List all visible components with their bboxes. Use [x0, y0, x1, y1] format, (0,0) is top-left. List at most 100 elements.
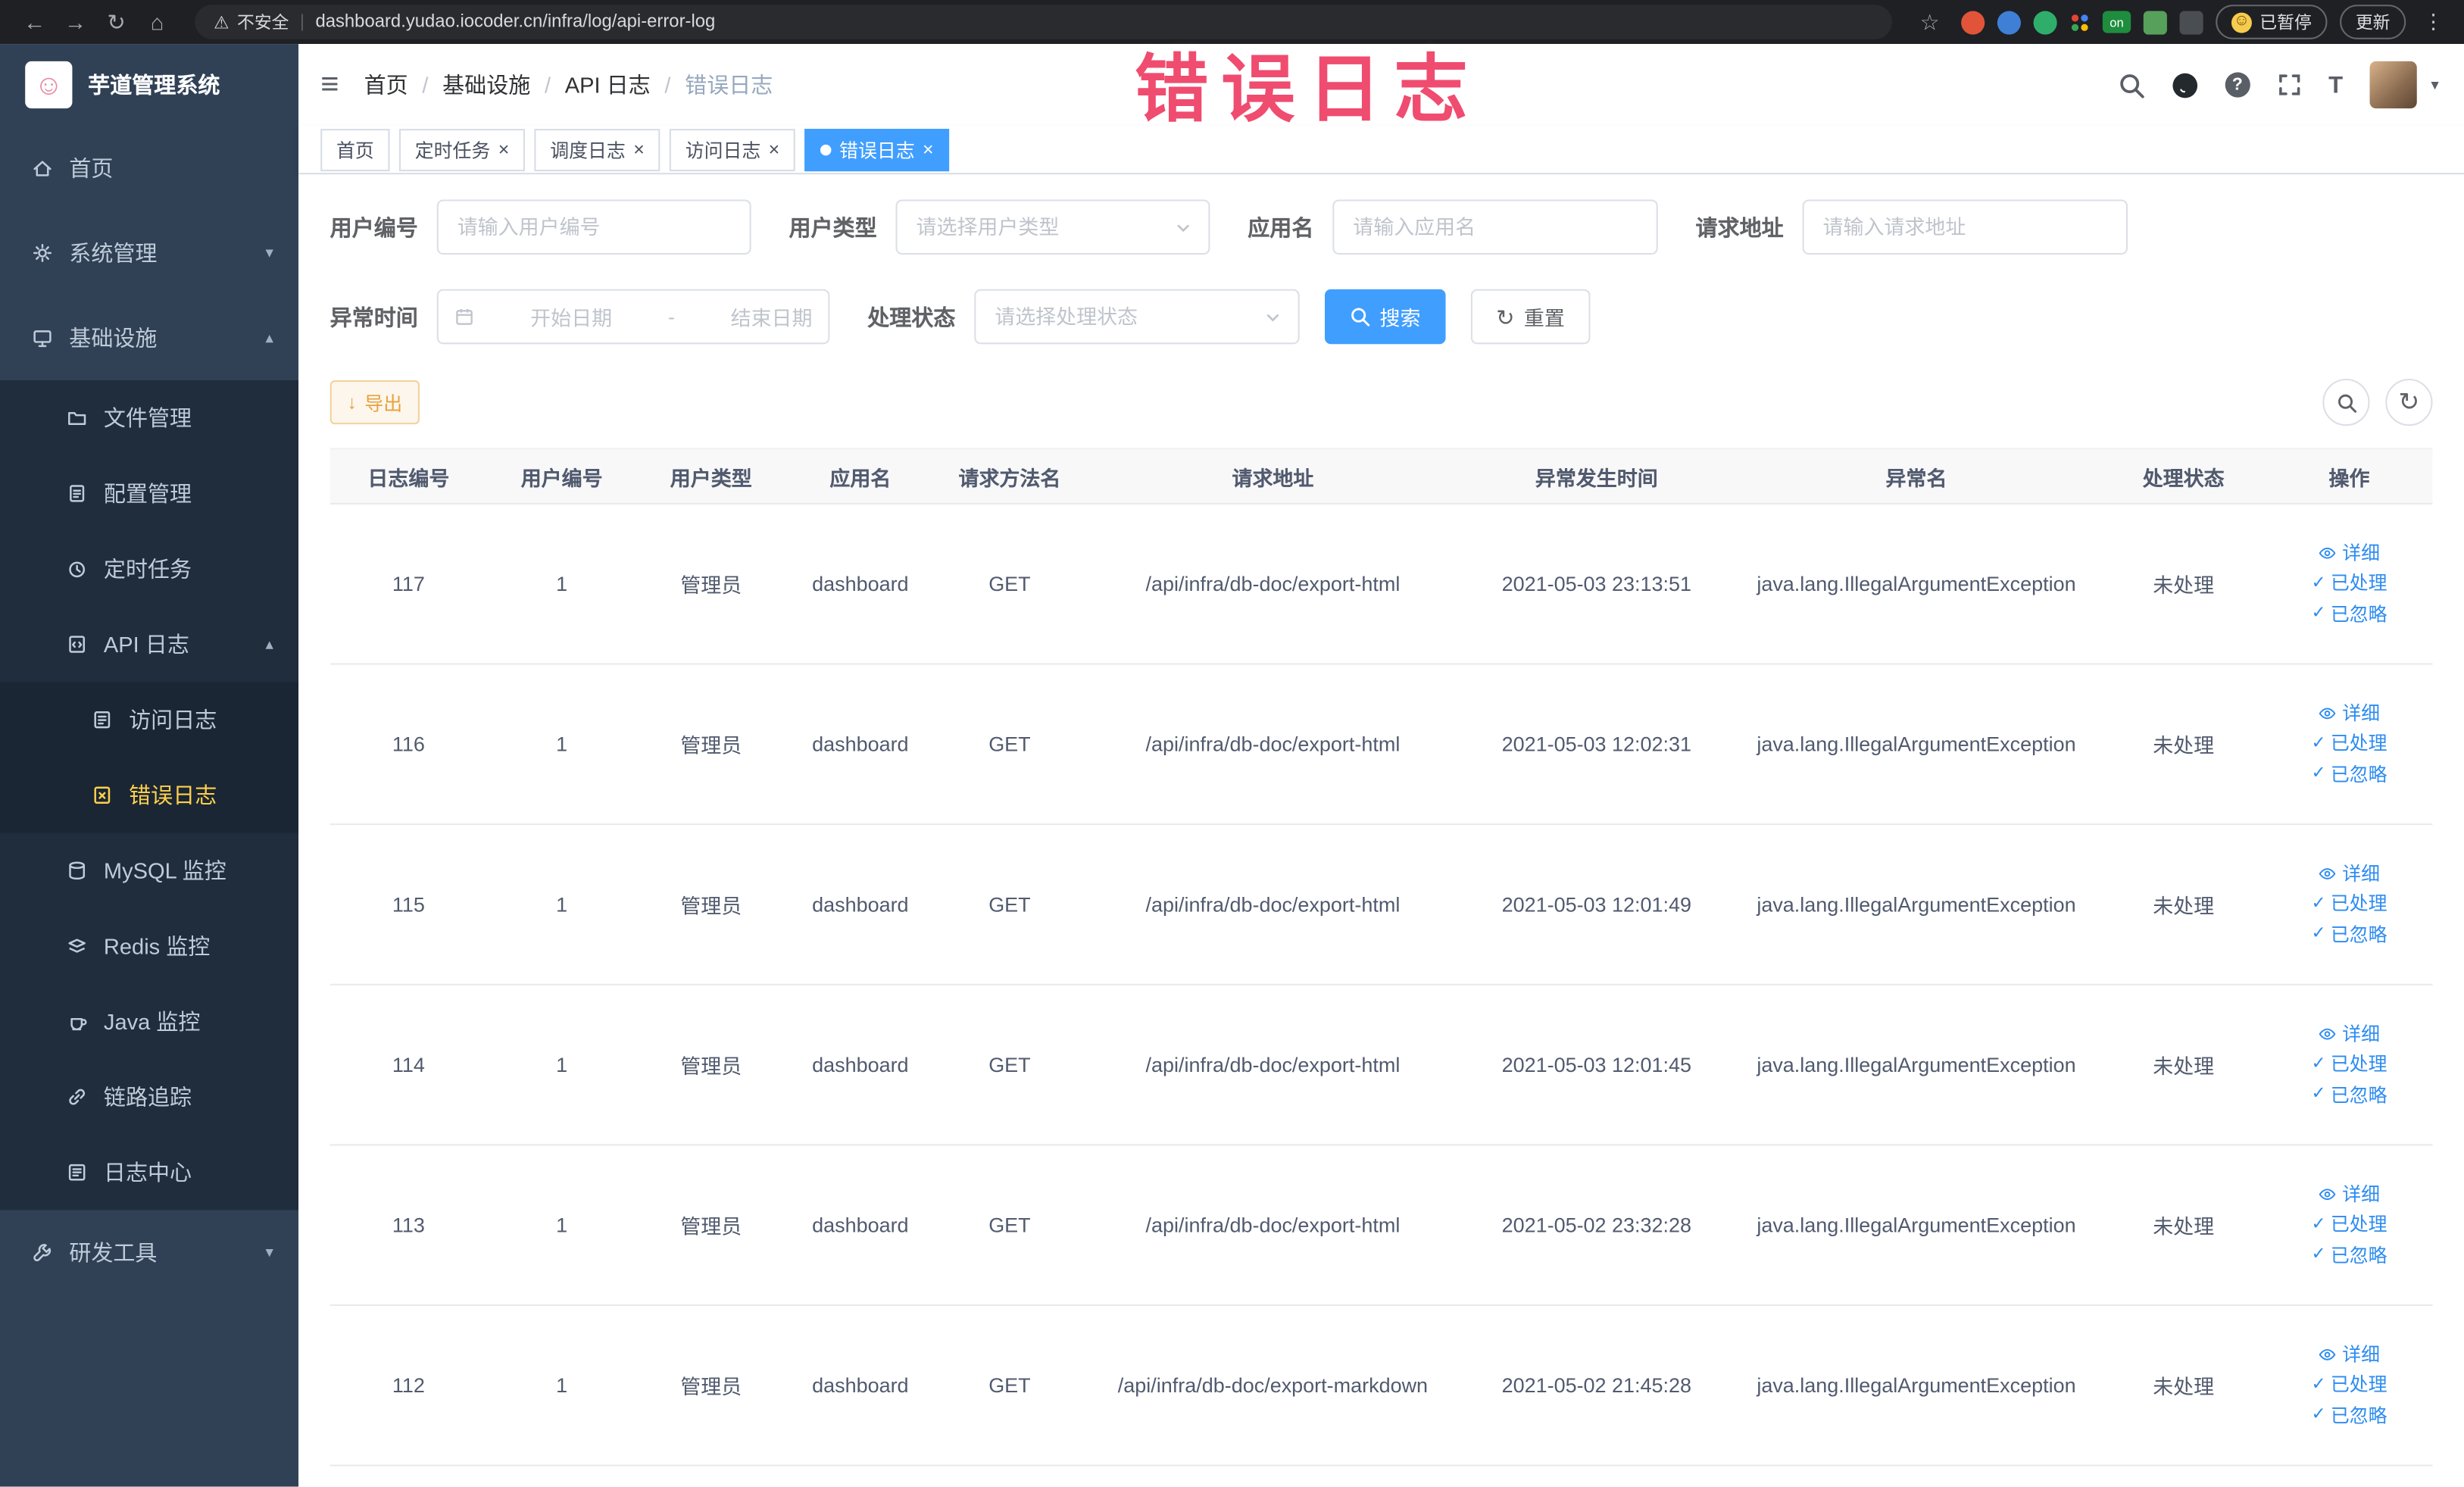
extension-icon[interactable]: [1997, 10, 2021, 34]
github-icon[interactable]: [2172, 71, 2198, 98]
table-row: 116 1 管理员 dashboard GET /api/infra/db-do…: [329, 665, 2433, 826]
sidebar-item-mysql[interactable]: MySQL 监控: [0, 833, 299, 909]
search-button[interactable]: 搜索: [1324, 289, 1446, 345]
mark-ignored-link[interactable]: ✓ 已忽略: [2312, 1244, 2387, 1267]
mark-ignored-link[interactable]: ✓ 已忽略: [2312, 603, 2387, 626]
chevron-down-icon: [1177, 223, 1189, 232]
column-header: 操作: [2328, 466, 2370, 490]
sidebar-item-java[interactable]: Java 监控: [0, 983, 299, 1060]
font-size-icon[interactable]: T: [2328, 71, 2343, 98]
extension-icon[interactable]: [1961, 10, 1985, 34]
detail-link[interactable]: 详细: [2319, 542, 2380, 565]
breadcrumb-item[interactable]: API 日志: [565, 69, 651, 100]
date-range-picker[interactable]: 开始日期 - 结束日期: [436, 289, 830, 345]
breadcrumb-item[interactable]: 基础设施: [442, 69, 530, 100]
sidebar-item-error-log[interactable]: 错误日志: [0, 757, 299, 833]
security-chip[interactable]: ⚠ 不安全: [214, 9, 289, 34]
bookmark-star-icon[interactable]: ☆: [1911, 5, 1949, 39]
forward-icon[interactable]: →: [57, 5, 95, 39]
tab-job-log[interactable]: 调度日志 ×: [534, 128, 661, 171]
app-logo[interactable]: ☺ 芋道管理系统: [0, 44, 298, 126]
detail-link[interactable]: 详细: [2319, 1344, 2380, 1367]
mark-processed-link[interactable]: ✓ 已处理: [2312, 893, 2387, 916]
breadcrumb-item[interactable]: 首页: [364, 69, 408, 100]
address-bar[interactable]: ⚠ 不安全 | dashboard.yudao.iocoder.cn/infra…: [195, 5, 1892, 39]
search-icon[interactable]: [2118, 71, 2144, 98]
sidebar-item-home[interactable]: 首页: [0, 126, 298, 211]
user-type-select[interactable]: [895, 199, 1210, 255]
tab-job[interactable]: 定时任务 ×: [398, 128, 526, 171]
hamburger-icon[interactable]: ≡: [320, 67, 339, 103]
export-button[interactable]: ↓ 导出: [329, 380, 420, 425]
sidebar-item-infra[interactable]: 基础设施 ▴: [0, 295, 298, 380]
column-header: 异常名: [1885, 466, 1947, 490]
detail-link[interactable]: 详细: [2319, 702, 2380, 725]
reset-button[interactable]: ↻ 重置: [1470, 289, 1591, 345]
table-row: 113 1 管理员 dashboard GET /api/infra/db-do…: [329, 1145, 2433, 1307]
sidebar: ☺ 芋道管理系统 首页 系统管理 ▾ 基础设施 ▴ 文件管理 配置管理 定时任务…: [0, 44, 299, 1487]
refresh-table-button[interactable]: ↻: [2385, 378, 2433, 426]
request-url-input[interactable]: [1802, 199, 2128, 255]
tab-access-log[interactable]: 访问日志 ×: [669, 128, 795, 171]
detail-link[interactable]: 详细: [2319, 1183, 2380, 1206]
sidebar-item-file[interactable]: 文件管理: [0, 380, 299, 456]
mark-processed-link[interactable]: ✓ 已处理: [2312, 1374, 2387, 1397]
extensions-grid-icon[interactable]: [2069, 11, 2091, 33]
close-icon[interactable]: ×: [769, 140, 780, 159]
update-button[interactable]: 更新: [2340, 5, 2406, 39]
cell-time: 2021-05-02 21:45:28: [1501, 1373, 1692, 1398]
eye-icon: [2319, 1189, 2337, 1201]
app-name-input[interactable]: [1332, 199, 1658, 255]
sidebar-item-trace[interactable]: 链路追踪: [0, 1059, 299, 1135]
detail-link[interactable]: 详细: [2319, 1023, 2380, 1045]
mark-processed-link[interactable]: ✓ 已处理: [2312, 733, 2387, 755]
help-icon[interactable]: ?: [2225, 72, 2250, 98]
sidebar-item-redis[interactable]: Redis 监控: [0, 908, 299, 984]
sidebar-item-dev-tools[interactable]: 研发工具 ▾: [0, 1210, 298, 1295]
reload-icon[interactable]: ↻: [98, 5, 136, 39]
tab-error-log[interactable]: 错误日志 ×: [804, 128, 950, 171]
extension-on-badge[interactable]: on: [2102, 11, 2131, 33]
extension-icon[interactable]: [2143, 10, 2167, 34]
avatar-caret-icon[interactable]: ▾: [2431, 77, 2438, 94]
page-content: 用户编号 用户类型 应用名 请求地址: [298, 174, 2464, 1487]
mark-processed-link[interactable]: ✓ 已处理: [2312, 1054, 2387, 1076]
filter-row-1: 用户编号 用户类型 应用名 请求地址: [330, 199, 2433, 255]
mark-ignored-link[interactable]: ✓ 已忽略: [2312, 923, 2387, 946]
mark-processed-link[interactable]: ✓ 已处理: [2312, 573, 2387, 595]
mark-ignored-link[interactable]: ✓ 已忽略: [2312, 1404, 2387, 1427]
mark-ignored-link[interactable]: ✓ 已忽略: [2312, 1084, 2387, 1107]
detail-link[interactable]: 详细: [2319, 863, 2380, 886]
cell-log-id: 115: [392, 892, 425, 917]
sidebar-item-job[interactable]: 定时任务: [0, 531, 299, 607]
sidebar-item-system[interactable]: 系统管理 ▾: [0, 211, 298, 295]
fullscreen-icon[interactable]: [2277, 72, 2302, 97]
sidebar-item-log-center[interactable]: 日志中心: [0, 1134, 299, 1211]
breadcrumb-separator: /: [544, 72, 551, 98]
extension-icon[interactable]: [2033, 10, 2057, 34]
user-avatar[interactable]: [2369, 61, 2417, 109]
sidebar-item-access-log[interactable]: 访问日志: [0, 682, 299, 758]
column-header: 应用名: [829, 466, 892, 490]
close-icon[interactable]: ×: [633, 140, 645, 159]
back-icon[interactable]: ←: [16, 5, 54, 39]
tab-home[interactable]: 首页: [320, 128, 390, 171]
extension-puzzle-icon[interactable]: [2179, 10, 2203, 34]
close-icon[interactable]: ×: [498, 140, 510, 159]
column-header: 异常发生时间: [1535, 466, 1658, 490]
close-icon[interactable]: ×: [923, 140, 934, 159]
log-document-icon: [94, 711, 111, 729]
sidebar-item-api-log[interactable]: API 日志 ▴: [0, 606, 299, 683]
toggle-search-button[interactable]: [2322, 378, 2370, 426]
process-status-select[interactable]: [974, 289, 1300, 345]
home-icon[interactable]: ⌂: [139, 5, 176, 39]
user-id-input[interactable]: [436, 199, 751, 255]
sidebar-item-config[interactable]: 配置管理: [0, 455, 299, 532]
profile-paused-button[interactable]: ☺ 已暂停: [2216, 5, 2328, 39]
browser-menu-icon[interactable]: ⋮: [2419, 9, 2448, 34]
mark-ignored-link[interactable]: ✓ 已忽略: [2312, 764, 2387, 786]
cell-status: 未处理: [2153, 1375, 2215, 1399]
cell-method: GET: [988, 1373, 1031, 1398]
mark-processed-link[interactable]: ✓ 已处理: [2312, 1214, 2387, 1236]
security-label: 不安全: [237, 14, 289, 33]
